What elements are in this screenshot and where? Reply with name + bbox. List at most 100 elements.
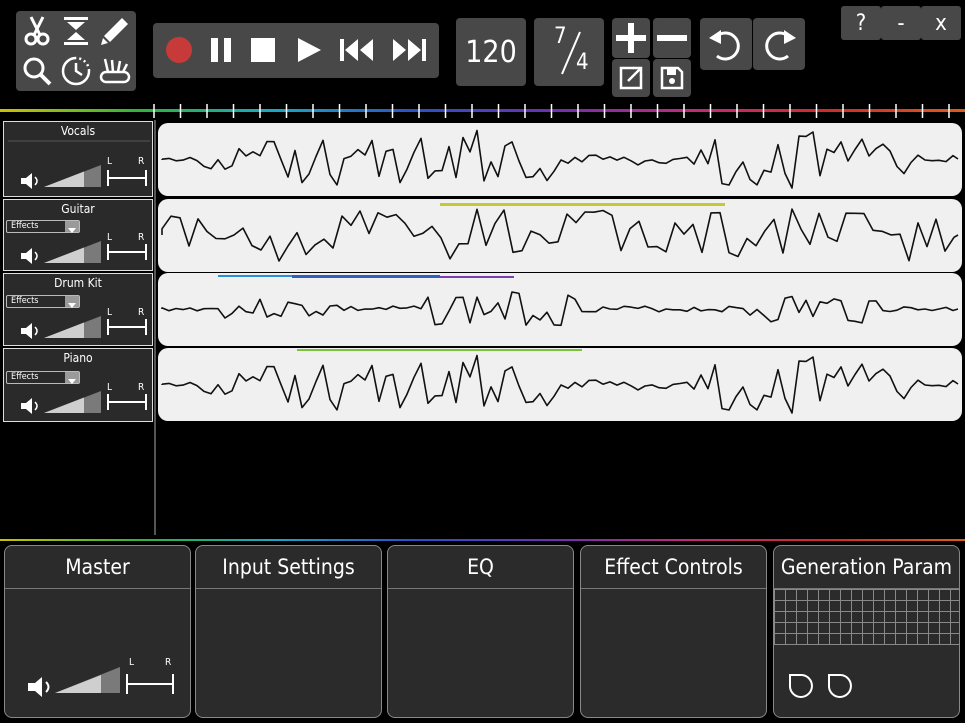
region-marker-drum-1[interactable] bbox=[218, 275, 293, 277]
pan-slider[interactable] bbox=[107, 394, 147, 410]
pause-icon bbox=[211, 38, 231, 62]
export-button[interactable] bbox=[612, 59, 650, 97]
waveform bbox=[161, 129, 959, 189]
plus-icon bbox=[616, 23, 646, 53]
timeline-ruler[interactable] bbox=[0, 100, 965, 120]
waveform bbox=[161, 208, 959, 262]
multitool-button[interactable] bbox=[96, 52, 134, 90]
record-button[interactable] bbox=[160, 30, 198, 70]
speaker-icon[interactable] bbox=[20, 172, 42, 190]
pan-slider[interactable] bbox=[107, 319, 147, 335]
split-tool-button[interactable] bbox=[57, 12, 95, 50]
track-header-drum-kit[interactable]: Drum Kit Effects L R bbox=[3, 273, 153, 346]
input-settings-panel: Input Settings bbox=[195, 545, 382, 718]
scissors-tool-button[interactable] bbox=[18, 12, 56, 50]
speaker-icon[interactable] bbox=[20, 397, 42, 415]
close-button[interactable]: x bbox=[921, 6, 961, 40]
track-header-piano[interactable]: Piano Effects L R bbox=[3, 348, 153, 422]
add-track-button[interactable] bbox=[612, 18, 650, 58]
track-lane-piano[interactable] bbox=[158, 348, 962, 421]
stop-button[interactable] bbox=[244, 30, 282, 70]
stop-icon bbox=[251, 38, 275, 62]
play-icon bbox=[298, 38, 321, 62]
help-label: ? bbox=[855, 10, 867, 36]
panel-rainbow-line bbox=[0, 539, 965, 541]
region-marker-drum-2[interactable] bbox=[292, 275, 440, 278]
skip-forward-icon bbox=[393, 39, 426, 61]
redo-button[interactable] bbox=[753, 18, 805, 70]
track-lane-guitar[interactable] bbox=[158, 199, 962, 272]
speaker-icon[interactable] bbox=[20, 247, 42, 265]
pan-right-label: R bbox=[165, 657, 172, 668]
region-marker-piano[interactable] bbox=[297, 349, 582, 351]
panel-title: Effect Controls bbox=[581, 546, 766, 589]
time-signature-display[interactable]: 7 4 bbox=[534, 18, 604, 86]
pencil-tool-button[interactable] bbox=[96, 12, 134, 50]
speaker-icon[interactable] bbox=[20, 322, 42, 340]
region-marker-drum-3[interactable] bbox=[440, 276, 514, 278]
master-pan-slider[interactable] bbox=[126, 674, 174, 694]
undo-button[interactable] bbox=[700, 18, 752, 70]
save-icon bbox=[660, 66, 684, 90]
track-lane-drum-kit[interactable] bbox=[158, 273, 962, 346]
export-icon bbox=[619, 66, 643, 90]
pan-left-label: L bbox=[129, 657, 135, 668]
master-volume-slider[interactable] bbox=[55, 666, 121, 694]
effects-dropdown[interactable]: Effects bbox=[6, 371, 80, 384]
track-name: Piano bbox=[63, 351, 93, 365]
skip-forward-button[interactable] bbox=[388, 30, 430, 70]
dropdown-arrow bbox=[65, 372, 79, 384]
track-header-vocals[interactable]: Vocals L R bbox=[3, 121, 153, 197]
dropdown-arrow bbox=[65, 296, 79, 308]
panel-title: Master bbox=[5, 546, 190, 589]
panel-title: EQ bbox=[388, 546, 573, 589]
speaker-icon[interactable] bbox=[27, 676, 55, 698]
scissors-icon bbox=[24, 16, 50, 46]
track-divider-line bbox=[8, 140, 150, 142]
waveform bbox=[161, 354, 959, 414]
pan-left-label: L bbox=[107, 232, 113, 243]
tempo-value: 120 bbox=[465, 34, 517, 70]
remove-track-button[interactable] bbox=[653, 18, 691, 58]
volume-slider[interactable] bbox=[44, 240, 102, 264]
track-header-guitar[interactable]: Guitar Effects L R bbox=[3, 199, 153, 271]
close-label: x bbox=[935, 10, 947, 36]
pan-right-label: R bbox=[138, 232, 145, 243]
region-marker-guitar[interactable] bbox=[440, 203, 725, 206]
waveform bbox=[161, 291, 959, 327]
parameter-grid[interactable] bbox=[774, 589, 959, 645]
effects-label: Effects bbox=[11, 296, 39, 306]
effects-dropdown[interactable]: Effects bbox=[6, 295, 80, 308]
dropdown-arrow bbox=[65, 221, 79, 233]
pan-right-label: R bbox=[138, 382, 145, 393]
knob-right[interactable] bbox=[827, 673, 853, 699]
skip-back-button[interactable] bbox=[336, 30, 378, 70]
pan-right-label: R bbox=[138, 307, 145, 318]
skip-back-icon bbox=[340, 39, 373, 61]
pan-slider[interactable] bbox=[107, 170, 147, 186]
volume-slider[interactable] bbox=[44, 390, 102, 414]
zoom-tool-button[interactable] bbox=[18, 52, 56, 90]
effects-dropdown[interactable]: Effects bbox=[6, 220, 80, 233]
panel-title: Input Settings bbox=[196, 546, 381, 589]
pan-slider[interactable] bbox=[107, 244, 147, 260]
help-button[interactable]: ? bbox=[841, 6, 881, 40]
pause-button[interactable] bbox=[202, 30, 240, 70]
track-divider bbox=[154, 120, 156, 535]
save-button[interactable] bbox=[653, 59, 691, 97]
effects-label: Effects bbox=[11, 221, 39, 231]
minimize-button[interactable]: - bbox=[881, 6, 921, 40]
minimize-label: - bbox=[897, 10, 905, 36]
track-name: Guitar bbox=[61, 202, 95, 216]
knob-left[interactable] bbox=[788, 673, 814, 699]
timer-tool-button[interactable] bbox=[57, 52, 95, 90]
volume-slider[interactable] bbox=[44, 164, 102, 188]
chevron-down-icon bbox=[68, 303, 76, 308]
tempo-display[interactable]: 120 bbox=[456, 18, 526, 86]
time-signature-bottom: 4 bbox=[576, 50, 589, 75]
chevron-down-icon bbox=[68, 228, 76, 233]
pan-left-label: L bbox=[107, 382, 113, 393]
track-lane-vocals[interactable] bbox=[158, 123, 962, 196]
play-button[interactable] bbox=[290, 30, 328, 70]
volume-slider[interactable] bbox=[44, 315, 102, 339]
